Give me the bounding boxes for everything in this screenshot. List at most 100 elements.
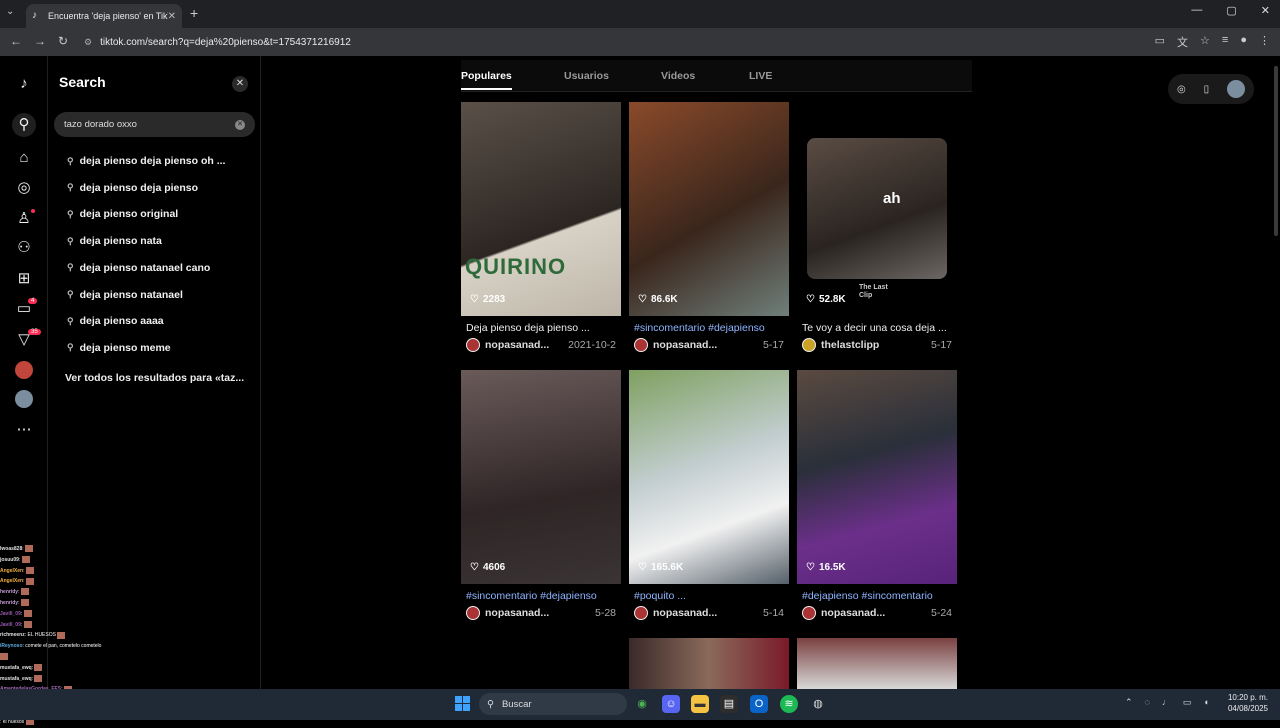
chrome-icon[interactable]: ◉ (633, 695, 651, 713)
tab-populares[interactable]: Populares (461, 70, 512, 90)
chat-message: mustafa_ewq: (0, 663, 110, 674)
discord-icon[interactable]: ☺ (662, 695, 680, 713)
like-count: ♡ 4606 (470, 562, 505, 573)
taskbar-search[interactable]: ⚲ Buscar (479, 693, 627, 715)
video-thumbnail[interactable]: ♡ 16.5K (797, 370, 957, 584)
video-author-row[interactable]: nopasanad... 5-24 (802, 606, 952, 620)
chat-user: iReynoso (0, 643, 23, 650)
friends-icon[interactable]: ⚇ (14, 238, 34, 258)
new-tab-icon[interactable]: + (190, 5, 198, 21)
video-author-row[interactable]: thelastclipp 5-17 (802, 338, 952, 352)
suggestion-item[interactable]: ⚲ deja pienso deja pienso (67, 182, 198, 194)
suggestion-item[interactable]: ⚲ deja pienso original (67, 208, 178, 220)
video-caption[interactable]: Deja pienso deja pienso ... (466, 322, 616, 334)
suggestion-item[interactable]: ⚲ deja pienso nata (67, 235, 162, 247)
top-right-controls: ◎ ▯ (1168, 74, 1254, 104)
tiktok-logo-icon[interactable]: ♪ (14, 74, 34, 94)
address-bar[interactable]: ⚙ tiktok.com/search?q=deja%20pienso&t=17… (84, 33, 1194, 51)
live-avatar[interactable] (15, 361, 33, 379)
profile-icon[interactable]: ● (1240, 34, 1247, 50)
file-explorer-icon[interactable]: ▬ (691, 695, 709, 713)
video-caption[interactable]: #sincomentario #dejapienso (634, 322, 784, 334)
video-caption[interactable]: #poquito ... (634, 590, 784, 602)
tab-usuarios[interactable]: Usuarios (564, 70, 609, 82)
tab-search-chevron-icon[interactable]: ⌄ (6, 6, 14, 17)
video-caption[interactable]: Te voy a decir una cosa deja ... (802, 322, 952, 334)
clear-search-icon[interactable]: ✕ (235, 119, 245, 130)
author-avatar (634, 606, 648, 620)
maximize-icon[interactable]: ▢ (1226, 4, 1236, 17)
tray-chevron-icon[interactable]: ⌃ (1125, 697, 1133, 708)
explore-compass-icon[interactable]: ◎ (14, 178, 34, 198)
browser-tab[interactable]: ♪ Encuentra 'deja pienso' en TikTok ✕ (26, 4, 182, 28)
taskbar-clock[interactable]: 10:20 p. m. 04/08/2025 (1196, 692, 1268, 714)
video-author-row[interactable]: nopasanad... 5-14 (634, 606, 784, 620)
chat-message: iReynoso: comete el pan, cometelo comete… (0, 641, 110, 663)
search-input[interactable] (64, 119, 235, 130)
taskbar-search-label: Buscar (501, 698, 532, 710)
page-scrollbar[interactable] (1274, 66, 1278, 236)
more-dots-icon[interactable]: ⋯ (14, 420, 34, 440)
video-caption[interactable]: #dejapienso #sincomentario (802, 590, 952, 602)
device-icon[interactable]: ▯ (1204, 84, 1210, 95)
like-count-value: 52.8K (818, 294, 846, 305)
back-icon[interactable]: ← (10, 34, 22, 48)
suggestion-item[interactable]: ⚲ deja pienso deja pienso oh ... (67, 155, 225, 167)
suggestion-item[interactable]: ⚲ deja pienso natanael cano (67, 262, 210, 274)
suggestion-label: deja pienso deja pienso (79, 181, 199, 194)
profile-avatar[interactable] (15, 390, 33, 408)
translate-icon[interactable]: 文 (1177, 34, 1188, 50)
reload-icon[interactable]: ↻ (58, 34, 68, 48)
video-thumbnail[interactable]: QUIRINO ♡ 2283 (461, 102, 621, 316)
obs-icon[interactable]: ◍ (809, 695, 827, 713)
coin-icon[interactable]: ◎ (1177, 84, 1186, 95)
author-name: thelastclipp (821, 339, 880, 351)
menu-kebab-icon[interactable]: ⋮ (1259, 34, 1270, 50)
microphone-icon[interactable]: ♩ (1162, 697, 1171, 708)
outlook-icon[interactable]: O (750, 695, 768, 713)
windows-start-icon[interactable] (455, 696, 470, 711)
video-caption[interactable]: #sincomentario #dejapienso (466, 590, 616, 602)
author-avatar (802, 606, 816, 620)
close-tab-icon[interactable]: ✕ (168, 11, 176, 22)
search-icon[interactable]: ⚲ (12, 113, 36, 137)
video-thumbnail[interactable]: ♡ 165.6K (629, 370, 789, 584)
bookmark-star-icon[interactable]: ☆ (1200, 34, 1210, 50)
store-icon[interactable]: ▤ (720, 695, 738, 713)
video-author-row[interactable]: nopasanad... 2021-10-2 (466, 338, 616, 352)
chat-user: henridy (0, 599, 19, 606)
video-thumbnail[interactable] (797, 638, 957, 689)
forward-icon[interactable]: → (34, 34, 46, 48)
suggestion-item[interactable]: ⚲ deja pienso meme (67, 342, 171, 354)
inbox-badge: 4 (28, 298, 38, 304)
video-thumbnail[interactable]: ♡ 4606 (461, 370, 621, 584)
tab-live[interactable]: LIVE (749, 70, 772, 82)
shirt-print-text: QUIRINO (465, 254, 567, 279)
video-thumbnail[interactable] (629, 638, 789, 689)
tab-list-icon[interactable]: ≡ (1222, 34, 1228, 50)
minimize-icon[interactable]: — (1191, 4, 1202, 17)
close-window-icon[interactable]: ✕ (1261, 4, 1270, 17)
suggestion-item[interactable]: ⚲ deja pienso natanael (67, 289, 183, 301)
emote-icon (34, 674, 43, 682)
chat-user: mustafa_ewq (0, 675, 32, 682)
spotify-icon[interactable]: ≋ (780, 695, 798, 713)
site-info-icon[interactable]: ⚙ (84, 37, 92, 48)
search-box[interactable]: ✕ (54, 112, 255, 137)
home-icon[interactable]: ⌂ (14, 148, 34, 168)
view-all-results-link[interactable]: Ver todos los resultados para «taz... (65, 372, 244, 384)
suggestion-item[interactable]: ⚲ deja pienso aaaa (67, 315, 164, 327)
chat-message: Javill_09: (0, 609, 110, 620)
video-thumbnail[interactable]: ♡ 86.6K (629, 102, 789, 316)
user-avatar[interactable] (1227, 80, 1246, 98)
tab-videos[interactable]: Videos (661, 70, 695, 82)
video-thumbnail[interactable]: ah The Last Clip ♡ 52.8K (797, 102, 957, 316)
cast-icon[interactable]: ▭ (1155, 34, 1165, 50)
network-icon[interactable]: ▭ (1183, 697, 1192, 708)
upload-icon[interactable]: ⊞ (14, 269, 34, 289)
close-panel-icon[interactable]: ✕ (232, 76, 248, 92)
emote-icon (23, 620, 32, 628)
video-author-row[interactable]: nopasanad... 5-28 (466, 606, 616, 620)
video-author-row[interactable]: nopasanad... 5-17 (634, 338, 784, 352)
tray-app-icon[interactable]: ◌ (1145, 697, 1150, 708)
